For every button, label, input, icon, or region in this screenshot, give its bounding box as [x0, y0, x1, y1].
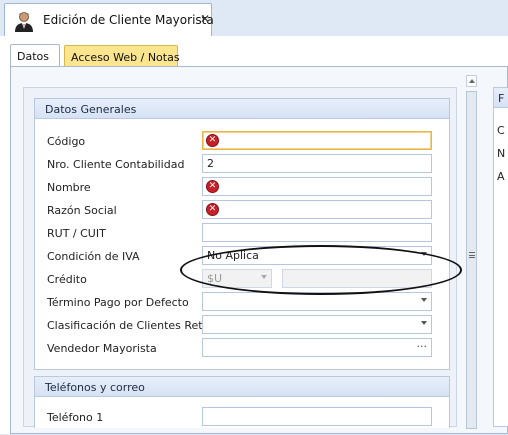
clasificacion-select[interactable] [202, 315, 432, 334]
scroll-thumb[interactable] [466, 91, 477, 429]
scroll-up-button[interactable] [466, 75, 477, 87]
partial-label: A [497, 170, 505, 183]
telefono1-label: Teléfono 1 [47, 411, 104, 424]
partial-label: C [497, 124, 505, 137]
telefonos-group: Teléfonos y correo Teléfono 1 [34, 376, 450, 428]
codigo-field[interactable]: ✕ [202, 131, 432, 150]
codigo-label: Código [47, 135, 86, 148]
document-tab-strip: Edición de Cliente Mayorista ✕ [0, 0, 508, 37]
vertical-scrollbar[interactable] [465, 75, 479, 435]
nro-cliente-field[interactable]: 2 [202, 154, 432, 173]
razon-social-label: Razón Social [47, 204, 117, 217]
grip-icon [469, 252, 475, 258]
nro-cliente-label: Nro. Cliente Contabilidad [47, 158, 185, 171]
right-group-partial: F C N A [493, 87, 508, 427]
chevron-down-icon [421, 298, 427, 302]
rut-cuit-label: RUT / CUIT [47, 227, 106, 240]
chevron-down-icon [261, 275, 267, 279]
group-header: Teléfonos y correo [35, 377, 449, 397]
condicion-iva-label: Condición de IVA [47, 250, 140, 263]
form-area: Datos Generales Código ✕ Nro. Cliente Co… [23, 87, 457, 428]
close-tab-icon[interactable]: ✕ [200, 12, 210, 26]
partial-label: N [497, 147, 506, 160]
clasificacion-label: Clasificación de Clientes Retail [47, 319, 216, 332]
user-avatar-icon [15, 12, 33, 32]
termino-pago-select[interactable] [202, 292, 432, 311]
razon-social-field[interactable]: ✕ [202, 200, 432, 219]
datos-panel: Datos Generales Código ✕ Nro. Cliente Co… [10, 66, 508, 434]
chevron-down-icon [421, 252, 427, 256]
error-icon: ✕ [206, 203, 219, 216]
document-tab-title: Edición de Cliente Mayorista [43, 13, 214, 27]
condicion-iva-select[interactable]: No Aplica [202, 246, 432, 265]
nombre-field[interactable]: ✕ [202, 177, 432, 196]
chevron-down-icon [421, 321, 427, 325]
credito-currency-select[interactable]: $U [202, 269, 272, 288]
editor-content: Datos Acceso Web / Notas Datos Generales… [0, 36, 508, 434]
nombre-label: Nombre [47, 181, 91, 194]
error-icon: ✕ [206, 180, 219, 193]
group-header: F [494, 88, 508, 108]
vendedor-label: Vendedor Mayorista [47, 342, 157, 355]
ellipsis-button[interactable]: ··· [417, 340, 428, 353]
rut-cuit-field[interactable] [202, 223, 432, 242]
document-tab[interactable]: Edición de Cliente Mayorista ✕ [4, 3, 214, 36]
credito-currency-value: $U [207, 272, 223, 285]
vendedor-lookup-field[interactable]: ··· [202, 338, 432, 357]
datos-generales-group: Datos Generales Código ✕ Nro. Cliente Co… [34, 98, 450, 370]
error-icon: ✕ [206, 134, 219, 147]
telefono1-field[interactable] [202, 407, 432, 426]
credito-label: Crédito [47, 273, 87, 286]
tab-acceso-web-notas[interactable]: Acceso Web / Notas [64, 45, 180, 66]
group-header: Datos Generales [35, 99, 449, 119]
condicion-iva-value: No Aplica [207, 249, 259, 262]
termino-pago-label: Término Pago por Defecto [47, 296, 189, 309]
tab-datos[interactable]: Datos [10, 44, 60, 67]
credito-amount-field[interactable] [282, 269, 432, 288]
